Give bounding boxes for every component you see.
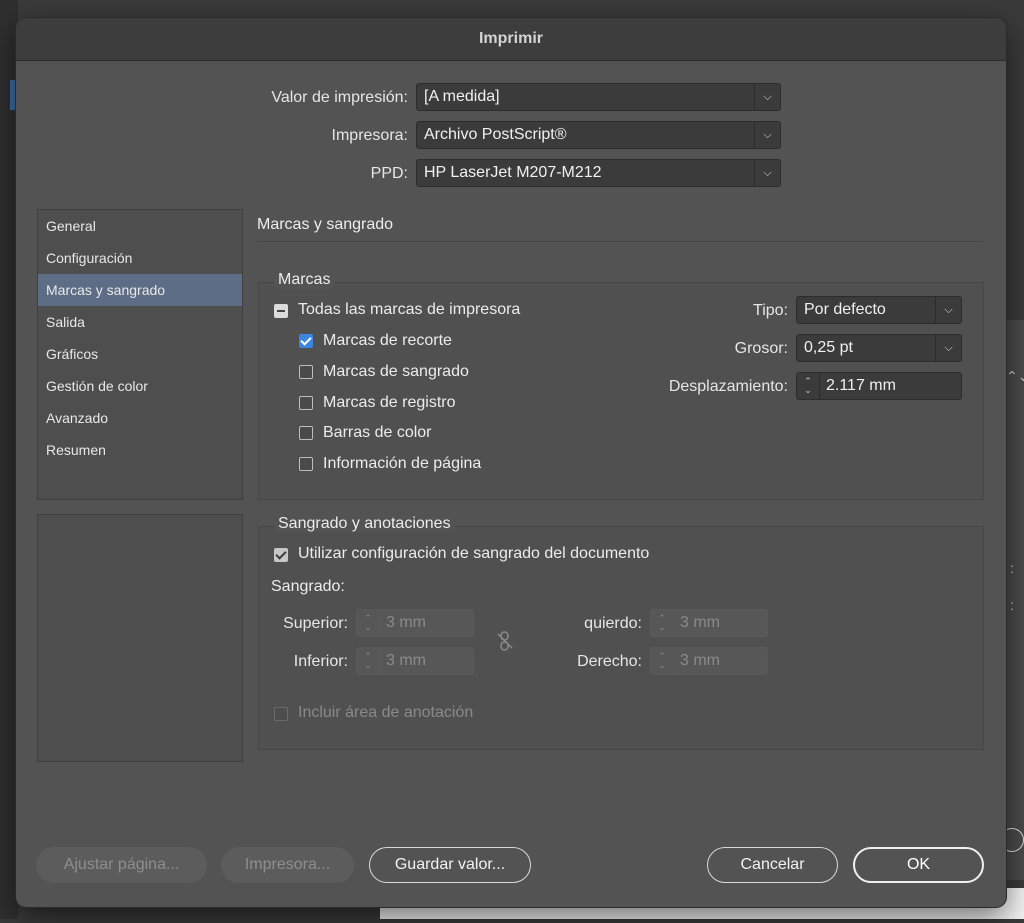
sidebar-item-output[interactable]: Salida: [38, 306, 242, 338]
all-marks-label: Todas las marcas de impresora: [298, 301, 521, 318]
page-preview: [37, 514, 243, 762]
sidebar-item-advanced[interactable]: Avanzado: [38, 402, 242, 434]
sidebar-item-general[interactable]: General: [38, 210, 242, 242]
stepper-arrows-icon[interactable]: ⌃ ⌄: [797, 373, 820, 399]
ok-button[interactable]: OK: [853, 847, 984, 883]
crop-marks-label: Marcas de recorte: [323, 332, 452, 349]
sidebar-item-color-management[interactable]: Gestión de color: [38, 370, 242, 402]
sidebar-item-setup[interactable]: Configuración: [38, 242, 242, 274]
chevron-down-icon[interactable]: ⌵: [754, 160, 780, 186]
color-bars-label: Barras de color: [323, 424, 432, 441]
offset-stepper[interactable]: ⌃ ⌄ 2.117 mm: [796, 372, 962, 400]
left-bleed-value[interactable]: 3 mm: [674, 614, 720, 632]
use-document-bleed-checkbox[interactable]: [274, 548, 288, 562]
background-colon: :: [1010, 597, 1014, 613]
offset-label: Desplazamiento:: [668, 378, 788, 395]
top-bleed-label: Superior:: [283, 615, 348, 632]
type-value: Por defecto: [804, 301, 886, 318]
background-app-panel: [1004, 320, 1024, 880]
bleed-label: Sangrado:: [271, 578, 345, 595]
ppd-label: PPD:: [370, 165, 408, 182]
registration-marks-label: Marcas de registro: [323, 394, 456, 411]
cancel-button[interactable]: Cancelar: [707, 847, 838, 883]
ppd-value: HP LaserJet M207-M212: [424, 164, 602, 181]
stepper-arrows-icon[interactable]: ⌃ ⌄: [357, 648, 380, 674]
right-bleed-stepper[interactable]: ⌃ ⌄ 3 mm: [650, 647, 768, 675]
page-info-label: Información de página: [323, 455, 482, 472]
type-select[interactable]: Por defecto ⌵: [796, 296, 962, 324]
bottom-bleed-value[interactable]: 3 mm: [380, 652, 426, 670]
weight-label: Grosor:: [734, 340, 788, 357]
crop-marks-checkbox[interactable]: [299, 334, 313, 348]
ppd-select[interactable]: HP LaserJet M207-M212 ⌵: [416, 159, 781, 187]
bleed-marks-checkbox[interactable]: [299, 365, 313, 379]
all-marks-checkbox[interactable]: [274, 304, 288, 318]
printer-value: Archivo PostScript®: [424, 126, 567, 143]
preset-label: Valor de impresión:: [271, 89, 408, 106]
background-colon: :: [1010, 560, 1014, 576]
use-document-bleed-label: Utilizar configuración de sangrado del d…: [298, 545, 650, 562]
sidebar-item-graphics[interactable]: Gráficos: [38, 338, 242, 370]
preset-select[interactable]: [A medida] ⌵: [416, 83, 781, 111]
background-stepper-icon: ⌃⌄: [1006, 368, 1024, 384]
background-document-text: [425, 902, 431, 923]
top-bleed-value[interactable]: 3 mm: [380, 614, 426, 632]
printer-label: Impresora:: [331, 127, 408, 144]
broken-link-icon[interactable]: [494, 630, 516, 652]
weight-select[interactable]: 0,25 pt ⌵: [796, 334, 962, 362]
printer-select[interactable]: Archivo PostScript® ⌵: [416, 121, 781, 149]
chevron-down-icon[interactable]: ⌵: [935, 335, 961, 361]
chevron-down-icon[interactable]: ⌵: [754, 122, 780, 148]
dialog-titlebar: Imprimir: [16, 18, 1006, 61]
bleed-slug-group-label: Sangrado y anotaciones: [274, 515, 455, 533]
divider: [257, 241, 983, 242]
offset-value[interactable]: 2.117 mm: [820, 377, 896, 395]
panel-title: Marcas y sangrado: [257, 216, 394, 233]
right-bleed-value[interactable]: 3 mm: [674, 652, 720, 670]
left-bleed-stepper[interactable]: ⌃ ⌄ 3 mm: [650, 609, 768, 637]
chevron-down-icon[interactable]: ⌵: [754, 84, 780, 110]
chevron-down-icon[interactable]: ⌵: [935, 297, 961, 323]
printer-button[interactable]: Impresora...: [221, 847, 354, 883]
color-bars-checkbox[interactable]: [299, 426, 313, 440]
page-info-checkbox[interactable]: [299, 457, 313, 471]
weight-value: 0,25 pt: [804, 339, 853, 356]
dialog-title: Imprimir: [478, 30, 543, 47]
include-slug-checkbox[interactable]: [274, 707, 288, 721]
bottom-bleed-stepper[interactable]: ⌃ ⌄ 3 mm: [356, 647, 474, 675]
stepper-arrows-icon[interactable]: ⌃ ⌄: [357, 610, 380, 636]
top-bleed-stepper[interactable]: ⌃ ⌄ 3 mm: [356, 609, 474, 637]
type-label: Tipo:: [753, 302, 788, 319]
stepper-arrows-icon[interactable]: ⌃ ⌄: [651, 648, 674, 674]
marks-group-label: Marcas: [274, 271, 335, 289]
category-list: General Configuración Marcas y sangrado …: [37, 209, 243, 500]
bleed-marks-label: Marcas de sangrado: [323, 363, 469, 380]
left-bleed-label: quierdo:: [584, 615, 642, 632]
print-dialog: Imprimir Valor de impresión: [A medida] …: [16, 18, 1006, 907]
save-preset-button[interactable]: Guardar valor...: [369, 847, 531, 883]
page-setup-button[interactable]: Ajustar página...: [36, 847, 207, 883]
bottom-bleed-label: Inferior:: [293, 653, 348, 670]
include-slug-label: Incluir área de anotación: [298, 704, 474, 721]
stepper-arrows-icon[interactable]: ⌃ ⌄: [651, 610, 674, 636]
sidebar-item-summary[interactable]: Resumen: [38, 434, 242, 466]
sidebar-item-marks-bleed[interactable]: Marcas y sangrado: [38, 274, 242, 306]
registration-marks-checkbox[interactable]: [299, 396, 313, 410]
right-bleed-label: Derecho:: [577, 653, 642, 670]
preset-value: [A medida]: [424, 88, 500, 105]
